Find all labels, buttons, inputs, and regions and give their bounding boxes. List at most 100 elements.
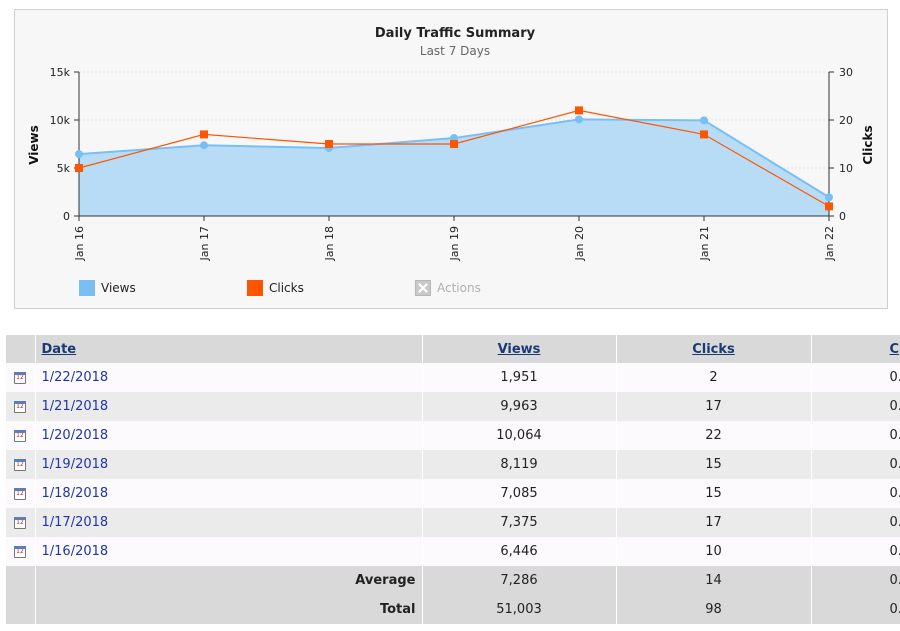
total-ctr: 0. [811,595,900,624]
table-header-row: Date Views Clicks C [6,335,900,363]
sort-ctr-link[interactable]: C [890,342,900,357]
ctr-cell: 0. [811,508,900,537]
ctr-cell: 0. [811,537,900,566]
y-left-tick-label: 0 [63,210,70,223]
total-label: Total [35,595,423,624]
views-cell: 6,446 [422,537,617,566]
header-icon-cell [6,335,36,363]
date-link[interactable]: 1/17/2018 [42,515,109,530]
clicks-point [825,202,833,211]
y-right-tick-label: 30 [839,66,853,79]
views-point [700,116,708,125]
traffic-chart: Daily Traffic Summary Last 7 Days Views … [27,26,875,261]
x-tick-label: Jan 18 [323,226,336,261]
views-area [79,119,829,216]
views-cell: 9,963 [422,392,617,421]
clicks-point [450,140,458,148]
clicks-point [575,106,583,115]
ctr-cell: 0. [811,392,900,421]
calendar-icon[interactable]: 12 [14,371,26,384]
clicks-cell: 22 [616,421,812,450]
table-row: 12 1/17/2018 7,375170. [6,508,900,537]
table-row: 12 1/21/2018 9,963170. [6,392,900,421]
y-left-tick-label: 10k [50,114,71,127]
sort-views-link[interactable]: Views [498,342,541,357]
y-right-tick-label: 10 [839,162,853,175]
clicks-cell: 15 [616,479,812,508]
legend-views-label: Views [101,281,136,295]
table-row: 12 1/20/2018 10,064220. [6,421,900,450]
y-right-tick-label: 20 [839,114,853,127]
clicks-point [325,140,333,148]
views-cell: 1,951 [422,363,617,392]
header-views: Views [422,335,617,363]
views-cell: 7,085 [422,479,617,508]
legend-item-actions[interactable]: Actions [415,278,481,298]
legend-item-clicks[interactable]: Clicks [247,278,304,298]
table-row: 12 1/18/2018 7,085150. [6,479,900,508]
clicks-point [200,130,208,139]
header-clicks: Clicks [616,335,812,363]
average-label: Average [35,566,423,595]
clicks-cell: 2 [616,363,812,392]
x-tick-label: Jan 16 [73,226,86,261]
date-link[interactable]: 1/16/2018 [42,544,109,559]
x-tick-label: Jan 20 [573,226,586,261]
chart-subtitle: Last 7 Days [420,44,490,58]
y-left-tick-label: 5k [57,162,71,175]
views-point [75,150,83,159]
x-tick-label: Jan 17 [198,226,211,261]
table-row: 12 1/19/2018 8,119150. [6,450,900,479]
ctr-cell: 0. [811,479,900,508]
views-point [575,115,583,124]
average-row: Average 7,286 14 0. [6,566,900,595]
clicks-swatch [247,280,263,296]
ctr-cell: 0. [811,450,900,479]
x-tick-label: Jan 21 [698,226,711,261]
disabled-x-icon [415,280,431,296]
average-views: 7,286 [422,566,617,595]
legend-clicks-label: Clicks [269,281,304,295]
views-swatch [79,280,95,296]
calendar-icon[interactable]: 12 [14,545,26,558]
traffic-table: Date Views Clicks C 121/22/20181,95120.1… [6,335,900,624]
table-row: 12 1/22/2018 1,95120. [6,363,900,392]
views-point [825,193,833,202]
ctr-cell: 0. [811,363,900,392]
total-views: 51,003 [422,595,617,624]
date-link[interactable]: 1/21/2018 [42,399,109,414]
date-link[interactable]: 1/22/2018 [42,370,109,385]
header-date: Date [35,335,423,363]
date-link[interactable]: 1/18/2018 [42,486,109,501]
views-cell: 7,375 [422,508,617,537]
date-link[interactable]: 1/19/2018 [42,457,109,472]
header-ctr: C [811,335,900,363]
calendar-icon[interactable]: 12 [14,429,26,442]
calendar-icon[interactable]: 12 [14,458,26,471]
legend-item-views[interactable]: Views [79,278,136,298]
clicks-point [700,130,708,139]
traffic-chart-panel: Daily Traffic Summary Last 7 Days Views … [14,9,888,309]
clicks-cell: 17 [616,508,812,537]
average-clicks: 14 [616,566,812,595]
y-axis-left-label: Views [27,125,41,165]
clicks-cell: 17 [616,392,812,421]
clicks-cell: 15 [616,450,812,479]
chart-title: Daily Traffic Summary [375,26,536,41]
sort-date-link[interactable]: Date [42,342,77,357]
y-left-tick-label: 15k [50,66,71,79]
clicks-point [75,164,83,172]
x-tick-label: Jan 22 [823,226,836,261]
calendar-icon[interactable]: 12 [14,516,26,529]
table-row: 12 1/16/2018 6,446100. [6,537,900,566]
total-row: Total 51,003 98 0. [6,595,900,624]
x-tick-label: Jan 19 [448,226,461,261]
calendar-icon[interactable]: 12 [14,400,26,413]
calendar-icon[interactable]: 12 [14,487,26,500]
sort-clicks-link[interactable]: Clicks [692,342,735,357]
ctr-cell: 0. [811,421,900,450]
average-ctr: 0. [811,566,900,595]
date-link[interactable]: 1/20/2018 [42,428,109,443]
views-cell: 10,064 [422,421,617,450]
y-axis-right-label: Clicks [861,125,875,164]
